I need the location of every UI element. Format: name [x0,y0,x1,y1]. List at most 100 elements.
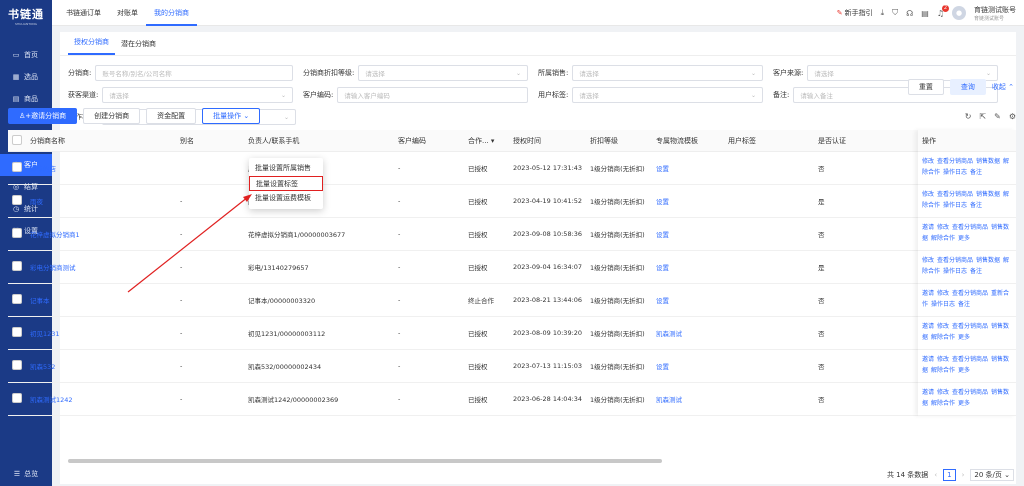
op-link[interactable]: 备注 [970,268,982,275]
bell-icon[interactable]: ♫ 2 [937,4,949,18]
select-all-checkbox[interactable] [12,134,22,145]
shield-icon[interactable]: ⛉ [892,8,898,18]
reset-button[interactable]: 重置 [907,79,944,95]
op-link[interactable]: 解除合作 [931,400,955,407]
op-link[interactable]: 备注 [958,301,970,308]
row-checkbox[interactable] [12,360,22,370]
guide-link[interactable]: ✎ 新手指引 [837,8,873,18]
horizontal-scrollbar[interactable] [68,459,662,463]
cell-name[interactable]: 记事本 [26,295,176,305]
filter-input[interactable]: 账号名称/别名/公司名称 [95,65,293,81]
op-link[interactable]: 更多 [958,400,970,407]
cell-name[interactable]: 凯森532 [26,361,176,371]
cell-name[interactable]: 凯森测试1242 [26,394,176,404]
cell-logistics[interactable]: 设置 [652,262,724,272]
op-link[interactable]: 查看分销商品 [952,356,988,363]
op-link[interactable]: 解除合作 [931,235,955,242]
op-link[interactable]: 解除合作 [931,367,955,374]
filter-select[interactable]: 请选择 ⌄ [102,87,293,103]
tab-potential[interactable]: 潜在分销商 [115,39,162,55]
sidebar-item[interactable]: ▭ 首页 [0,44,52,66]
op-link[interactable]: 操作日志 [943,169,967,176]
create-distributor-button[interactable]: 创建分销商 [83,108,141,124]
op-link[interactable]: 更多 [958,235,970,242]
op-link[interactable]: 修改 [937,323,949,330]
op-link[interactable]: 更多 [958,334,970,341]
op-link[interactable]: 备注 [970,169,982,176]
op-link[interactable]: 邀请 [922,389,934,396]
user-info[interactable]: 育链测试账号 育链测试账号 [974,5,1016,22]
page-number[interactable]: 1 [943,469,956,481]
query-button[interactable]: 查询 [949,79,986,95]
prev-page-icon[interactable]: ‹ [934,471,937,479]
cell-logistics[interactable]: 设置 [652,229,724,239]
cell-name[interactable]: 雨夜 [26,196,176,206]
op-link[interactable]: 操作日志 [943,268,967,275]
fund-config-button[interactable]: 资金配置 [146,108,197,124]
tab-my-distributors[interactable]: 我的分销商 [146,0,197,26]
invite-distributor-button[interactable]: ♙+ 邀请分销商 [8,108,78,124]
op-link[interactable]: 修改 [937,356,949,363]
op-link[interactable]: 修改 [922,191,934,198]
op-link[interactable]: 销售数据 [976,158,1000,165]
tab-orders[interactable]: 书链通订单 [58,0,109,26]
op-link[interactable]: 邀请 [922,290,934,297]
batch-operation-button[interactable]: 批量操作 ⌄ [202,108,261,124]
op-link[interactable]: 备注 [970,202,982,209]
op-link[interactable]: 修改 [937,290,949,297]
op-link[interactable]: 查看分销商品 [952,224,988,231]
batch-set-tags[interactable]: 批量设置标签 [249,176,323,191]
tab-authorized[interactable]: 授权分销商 [68,37,115,55]
sidebar-item[interactable]: ▦ 选品 [0,66,52,88]
row-checkbox[interactable] [12,261,22,271]
op-link[interactable]: 查看分销商品 [937,191,973,198]
op-link[interactable]: 查看分销商品 [952,290,988,297]
cell-logistics[interactable]: 凯森测试 [652,394,724,404]
th-level[interactable]: 折扣等级 [586,136,652,146]
cell-name[interactable]: 花梓虚拟分销商1 [26,229,176,239]
filter-input[interactable]: 请输入客户编码 [337,87,528,103]
cell-logistics[interactable]: 凯森测试 [652,328,724,338]
op-link[interactable]: 查看分销商品 [937,158,973,165]
collapse-link[interactable]: 收起 ⌃ [992,82,1014,92]
cell-logistics[interactable]: 设置 [652,361,724,371]
op-link[interactable]: 解除合作 [931,334,955,341]
batch-set-freight-template[interactable]: 批量设置运费模板 [249,191,323,206]
op-link[interactable]: 操作日志 [943,202,967,209]
op-link[interactable]: 邀请 [922,224,934,231]
download-icon[interactable]: ⤓ [881,8,885,18]
sidebar-overview[interactable]: ☰ 总览 [0,466,52,482]
cell-logistics[interactable]: 设置 [652,196,724,206]
op-link[interactable]: 修改 [937,389,949,396]
op-link[interactable]: 查看分销商品 [937,257,973,264]
settings-icon[interactable]: ⚙ [1009,112,1016,121]
op-link[interactable]: 修改 [922,158,934,165]
op-link[interactable]: 邀请 [922,356,934,363]
page-size-select[interactable]: 20 条/页 ⌄ [970,469,1014,481]
th-status[interactable]: 合作... ▾ [464,136,509,146]
cell-logistics[interactable]: 设置 [652,295,724,305]
op-link[interactable]: 修改 [922,257,934,264]
cell-name[interactable]: 师咏的店 [26,163,176,173]
row-checkbox[interactable] [12,294,22,304]
edit-icon[interactable]: ✎ [994,112,1001,121]
tab-statements[interactable]: 对账单 [109,0,146,26]
avatar[interactable]: ● [952,6,966,20]
th-time[interactable]: 授权时间 [509,136,586,146]
filter-select[interactable]: 请选择 ⌄ [572,65,763,81]
row-checkbox[interactable] [12,195,22,205]
op-link[interactable]: 邀请 [922,323,934,330]
export-icon[interactable]: ⇱ [979,112,986,121]
cell-name[interactable]: 初见1231 [26,328,176,338]
op-link[interactable]: 更多 [958,367,970,374]
batch-set-sales[interactable]: 批量设置所属销售 [249,161,323,176]
row-checkbox[interactable] [12,228,22,238]
op-link[interactable]: 修改 [937,224,949,231]
filter-select[interactable]: 请选择 ⌄ [358,65,528,81]
refresh-icon[interactable]: ↻ [965,112,972,121]
headset-icon[interactable]: ☊ [906,9,913,18]
row-checkbox[interactable] [12,327,22,337]
op-link[interactable]: 操作日志 [931,301,955,308]
op-link[interactable]: 销售数据 [976,191,1000,198]
app-logo[interactable]: 书链通 SHULIANTONG [0,0,52,30]
